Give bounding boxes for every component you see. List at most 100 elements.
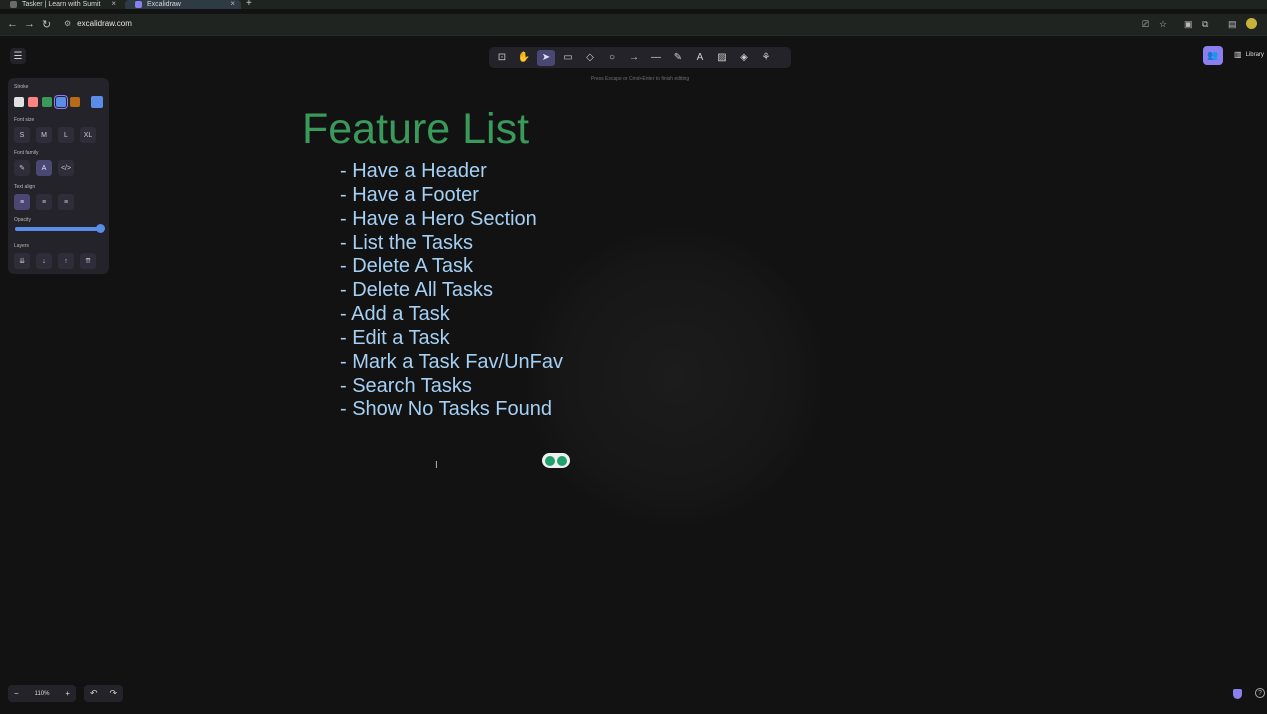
font-family-options: ✎ A </> [14,160,80,176]
arrow-icon[interactable]: → [625,50,643,66]
feature-list-item: - Edit a Task [340,326,450,349]
font-family-button[interactable]: </> [58,160,74,176]
extensions-puzzle-icon[interactable]: ⧉ [1202,19,1208,30]
zoom-out-button[interactable]: − [14,689,19,698]
text-align-button[interactable]: ≡ [58,194,74,210]
tab-title: Excalidraw [147,1,181,8]
close-tab-icon[interactable]: × [230,0,235,8]
undo-button[interactable]: ↶ [90,688,98,699]
tab-excalidraw[interactable]: Excalidraw × [125,0,241,9]
tab-tasker[interactable]: Tasker | Learn with Sumit × [0,0,122,9]
font-size-button[interactable]: S [14,127,30,143]
collaborator-dot-icon [557,455,567,466]
site-info-icon[interactable]: ⚙ [64,19,71,28]
collaborate-button[interactable]: 👥 [1203,46,1223,65]
new-tab-button[interactable]: + [246,0,252,9]
stroke-color-swatch[interactable] [28,97,38,107]
forward-icon[interactable]: → [24,18,35,30]
feature-list-title[interactable]: Feature List [302,105,529,154]
font-size-button[interactable]: XL [80,127,96,143]
line-icon[interactable]: — [647,50,665,66]
layer-order-button[interactable]: ⇊ [14,253,30,269]
stroke-color-swatch[interactable] [70,97,80,107]
help-button[interactable]: ? [1255,688,1265,698]
font-size-button[interactable]: M [36,127,52,143]
zoom-controls: − 110% + [8,685,76,702]
eraser-icon[interactable]: ◈ [735,50,753,66]
redo-button[interactable]: ↷ [109,688,117,699]
browser-tab-bar: Tasker | Learn with Sumit × Excalidraw ×… [0,0,1267,9]
feature-list-item: - List the Tasks [340,231,474,254]
opacity-slider[interactable] [15,227,104,231]
collaborator-dot-icon [545,455,555,466]
text-align-button[interactable]: ≡ [14,194,30,210]
feature-list-item: - Have a Footer [340,183,479,206]
install-app-icon[interactable]: ⎚ [1142,19,1149,30]
feature-list-item: - Have a Hero Section [340,207,537,230]
font-size-button[interactable]: L [58,127,74,143]
encryption-shield-icon[interactable] [1233,689,1242,699]
stroke-color-swatch[interactable] [14,97,24,107]
diamond-icon[interactable]: ◇ [581,50,599,66]
close-tab-icon[interactable]: × [111,0,116,8]
shape-toolbar: ⊡ ✋ ➤ ▭ ◇ ○ → — ✎ A ▨ ◈ ⚘ [489,47,791,68]
feature-list-item: - Delete A Task [340,255,474,278]
stroke-color-swatch[interactable] [54,95,68,109]
main-menu-button[interactable]: ☰ [10,48,26,64]
canvas-watermark [525,227,825,527]
lock-icon[interactable]: ⊡ [493,50,511,66]
current-stroke-color[interactable] [91,96,103,108]
opacity-label: Opacity [14,217,31,223]
tasker-favicon-icon [10,1,17,8]
layer-order-button[interactable]: ⇈ [80,253,96,269]
url-text: excalidraw.com [77,19,132,28]
side-panel-icon[interactable]: ▤ [1228,19,1237,30]
text-icon[interactable]: A [691,50,709,66]
properties-panel: Stroke Font size S M L XL Font family ✎ A </>… [8,78,109,274]
rectangle-icon[interactable]: ▭ [559,50,577,66]
layer-order-button[interactable]: ↑ [58,253,74,269]
image-icon[interactable]: ▨ [713,50,731,66]
feature-list[interactable]: - Have a Header - Have a Footer - Have a H… [340,160,563,422]
layer-options: ⇊ ↓ ↑ ⇈ [14,253,102,269]
text-align-button[interactable]: ≡ [36,194,52,210]
extra-tools-icon[interactable]: ⚘ [757,50,775,66]
library-label: Library [1245,51,1264,58]
excalidraw-favicon-icon [135,1,142,8]
collaborator-cursor-badge [542,453,570,468]
extension-icon[interactable]: ▣ [1184,19,1193,30]
zoom-in-button[interactable]: + [65,689,70,698]
feature-list-item: - Mark a Task Fav/UnFav [340,350,564,373]
feature-list-item: - Delete All Tasks [340,279,494,302]
profile-avatar[interactable] [1246,18,1257,29]
text-align-options: ≡ ≡ ≡ [14,194,80,210]
feature-list-item: - Show No Tasks Found [340,398,552,421]
font-size-label: Font size [14,117,35,123]
back-icon[interactable]: ← [7,18,18,30]
layers-label: Layers [14,243,30,249]
reload-icon[interactable]: ↻ [42,18,51,31]
ellipse-icon[interactable]: ○ [603,50,621,66]
excalidraw-app: ☰ ⊡ ✋ ➤ ▭ ◇ ○ → — ✎ A ▨ ◈ ⚘ Press Escape or Cmd+Ente… [0,37,1267,714]
bookmark-star-icon[interactable]: ☆ [1159,19,1167,30]
undo-redo-controls: ↶ ↷ [84,685,123,702]
font-family-button[interactable]: A [36,160,52,176]
pencil-icon[interactable]: ✎ [669,50,687,66]
stroke-label: Stroke [14,84,29,90]
layer-order-button[interactable]: ↓ [36,253,52,269]
stroke-swatches [14,95,84,109]
url-field[interactable]: ⚙ excalidraw.com [64,19,132,28]
zoom-level[interactable]: 110% [35,691,50,697]
feature-list-item: - Search Tasks [340,374,472,397]
opacity-slider-thumb[interactable] [96,224,105,233]
hand-icon[interactable]: ✋ [515,50,533,66]
library-icon: ▥ [1234,50,1242,59]
feature-list-item: - Add a Task [340,303,450,326]
library-button[interactable]: ▥ Library [1234,50,1264,59]
stroke-color-swatch[interactable] [42,97,52,107]
font-size-options: S M L XL [14,127,102,143]
text-align-label: Text align [14,184,36,190]
font-family-button[interactable]: ✎ [14,160,30,176]
selection-icon[interactable]: ➤ [537,49,555,66]
font-family-label: Font family [14,150,39,156]
